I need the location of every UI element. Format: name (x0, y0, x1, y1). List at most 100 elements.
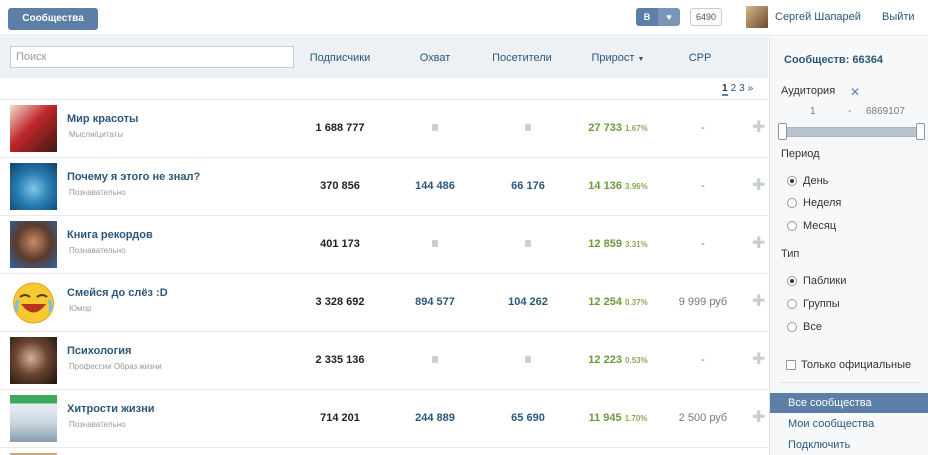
column-header-reach[interactable]: Охват (395, 52, 475, 64)
type-option-all[interactable]: Все (787, 321, 822, 333)
communities-button[interactable]: Сообщества (8, 8, 98, 30)
table-row[interactable]: Книга рекордов Познавательно 401 173 12 … (0, 215, 768, 273)
period-option-label: Месяц (803, 220, 837, 232)
growth-percent: 0.53% (625, 356, 648, 365)
community-name[interactable]: Психология (67, 345, 131, 357)
community-thumbnail[interactable] (10, 279, 57, 326)
cpp-value: - (701, 238, 705, 250)
period-option-month[interactable]: Месяц (787, 220, 836, 232)
column-header-growth[interactable]: Прирост ▼ (578, 52, 658, 64)
column-header-subscribers[interactable]: Подписчики (300, 52, 380, 64)
community-category: Познавательно (69, 188, 126, 197)
growth-number: 27 733 (588, 122, 622, 134)
close-icon[interactable]: ✕ (850, 85, 860, 99)
checkbox-icon[interactable] (786, 360, 796, 370)
communities-count: Сообществ: 66364 (784, 54, 884, 66)
radio-checked-icon[interactable] (787, 176, 797, 186)
community-name[interactable]: Книга рекордов (67, 229, 153, 241)
column-header-visitors[interactable]: Посетители (480, 52, 564, 64)
visitors-value: 65 690 (511, 412, 545, 424)
audience-min[interactable]: 1 (810, 106, 816, 117)
sort-down-icon: ▼ (637, 56, 645, 63)
table-row[interactable]: Мир красоты Мысли/цитаты 1 688 777 27 73… (0, 99, 768, 157)
community-thumbnail[interactable] (10, 337, 57, 384)
page-1[interactable]: 1 (722, 83, 728, 96)
top-bar: Сообщества В ♥ 6490 Сергей Шапарей Выйти (0, 0, 928, 36)
community-name[interactable]: Мир красоты (67, 113, 138, 125)
radio-icon[interactable] (787, 322, 797, 332)
visitors-value (488, 238, 568, 250)
growth-value: 12 254 0.37% (578, 296, 658, 308)
reach-value: 144 486 (415, 180, 455, 192)
community-thumbnail[interactable] (10, 105, 57, 152)
radio-icon[interactable] (787, 198, 797, 208)
reach-value (395, 354, 475, 366)
radio-icon[interactable] (787, 221, 797, 231)
growth-percent: 0.37% (625, 298, 648, 307)
slider-handle-min[interactable] (778, 123, 787, 140)
slider-handle-max[interactable] (916, 123, 925, 140)
pager-next[interactable]: » (748, 83, 754, 96)
community-name[interactable]: Почему я этого не знал? (67, 171, 200, 183)
type-label: Тип (781, 248, 800, 260)
type-option-publics[interactable]: Паблики (787, 275, 846, 287)
user-name[interactable]: Сергей Шапарей (775, 11, 861, 23)
growth-value: 27 733 1.67% (578, 122, 658, 134)
community-name[interactable]: Хитрости жизни (67, 403, 155, 415)
vk-toggle[interactable]: В ♥ (636, 8, 680, 26)
growth-value: 14 136 3.96% (578, 180, 658, 192)
subscribers-value: 714 201 (320, 412, 360, 424)
cpp-value: 2 500 руб (678, 412, 728, 424)
add-icon[interactable]: ✚ (752, 407, 765, 427)
search-input[interactable] (10, 46, 294, 68)
logout-link[interactable]: Выйти (882, 11, 915, 23)
official-only-checkbox[interactable]: Только официальные (786, 359, 911, 371)
column-header-cpp[interactable]: СРР (668, 52, 732, 64)
nav-connect[interactable]: Подключить (770, 435, 928, 455)
visitors-value: 104 262 (508, 296, 548, 308)
page-2[interactable]: 2 (731, 83, 737, 96)
growth-value: 12 223 0.53% (578, 354, 658, 366)
table-row[interactable]: Смейся до слёз :D Юмор 3 328 692 894 577… (0, 273, 768, 331)
heart-icon[interactable]: ♥ (658, 8, 680, 26)
subscribers-value: 1 688 777 (315, 122, 365, 134)
add-icon[interactable]: ✚ (752, 349, 765, 369)
type-option-groups[interactable]: Группы (787, 298, 840, 310)
radio-checked-icon[interactable] (787, 276, 797, 286)
community-thumbnail[interactable] (10, 395, 57, 442)
reach-value (395, 238, 475, 250)
subscribers-value: 370 856 (320, 180, 360, 192)
period-option-day[interactable]: День (787, 175, 828, 187)
nav-my-communities[interactable]: Мои сообщества (770, 414, 928, 434)
community-name[interactable]: Смейся до слёз :D (67, 287, 168, 299)
community-thumbnail[interactable] (10, 163, 57, 210)
visitors-value (488, 354, 568, 366)
visitors-value (488, 122, 568, 134)
add-icon[interactable]: ✚ (752, 291, 765, 311)
nav-all-communities[interactable]: Все сообщества (770, 393, 928, 413)
lock-icon (525, 356, 531, 363)
reach-value (395, 122, 475, 134)
table-row[interactable]: Хитрости жизни Познавательно 714 201 244… (0, 389, 768, 447)
page-3[interactable]: 3 (739, 83, 745, 96)
community-thumbnail[interactable] (10, 221, 57, 268)
add-icon[interactable]: ✚ (752, 117, 765, 137)
subscribers-value: 3 328 692 (315, 296, 365, 308)
official-only-label: Только официальные (801, 359, 912, 371)
radio-icon[interactable] (787, 299, 797, 309)
vk-icon[interactable]: В (636, 8, 658, 26)
community-category: Мысли/цитаты (69, 130, 124, 139)
audience-max[interactable]: 6869107 (866, 106, 905, 117)
table-row[interactable]: Психология Профессии Образ жизни 2 335 1… (0, 331, 768, 389)
table-row (0, 447, 768, 455)
period-option-week[interactable]: Неделя (787, 197, 841, 209)
avatar[interactable] (746, 6, 768, 28)
table-row[interactable]: Почему я этого не знал? Познавательно 37… (0, 157, 768, 215)
add-icon[interactable]: ✚ (752, 233, 765, 253)
add-icon[interactable]: ✚ (752, 175, 765, 195)
visitors-value: 66 176 (511, 180, 545, 192)
audience-slider[interactable] (780, 127, 920, 137)
growth-value: 11 945 1.70% (578, 412, 658, 424)
type-option-label: Группы (803, 298, 840, 310)
cpp-value: 9 999 руб (678, 296, 728, 308)
